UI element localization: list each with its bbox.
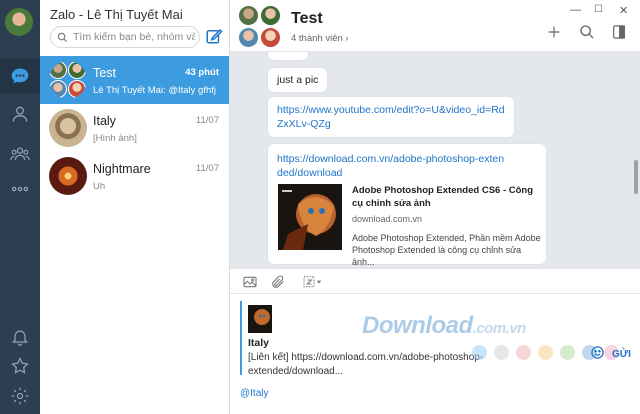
message-bubble-partial	[268, 52, 308, 60]
group-avatar	[49, 61, 87, 99]
download-watermark: Download.com.vn	[362, 312, 526, 340]
composer-toolbar	[230, 268, 640, 294]
avatar	[49, 157, 87, 195]
conversation-snippet: [Hình ảnh]	[93, 133, 137, 144]
message-bubble: https://www.youtube.com/edit?o=U&video_i…	[268, 97, 514, 137]
conversation-snippet: Uh	[93, 181, 106, 192]
close-button[interactable]: ✕	[619, 4, 628, 17]
emoji-dot	[560, 345, 575, 360]
message-link[interactable]: https://www.youtube.com/edit?o=U&video_i…	[277, 104, 505, 130]
conversation-name: Test	[93, 66, 116, 80]
screenshot-button[interactable]	[298, 273, 326, 291]
watermark-suffix: .com.vn	[472, 320, 527, 337]
chat-panel: Test 4 thành viên › — ☐ ✕ just a pic htt…	[230, 0, 640, 414]
star-icon[interactable]	[8, 354, 32, 378]
avatar	[49, 109, 87, 147]
conversation-item-italy[interactable]: Italy 11/07 [Hình ảnh]	[40, 104, 229, 152]
send-button[interactable]: GỬI	[612, 349, 631, 360]
chat-header: Test 4 thành viên › — ☐ ✕	[230, 0, 640, 52]
conversation-name: Italy	[93, 114, 116, 128]
conversation-snippet: Lê Thị Tuyết Mai: @Italy gfhfj	[93, 85, 216, 96]
preview-domain: download.com.vn	[352, 214, 423, 224]
message-input[interactable]: @Italy	[240, 388, 269, 399]
preview-link[interactable]: https://download.com.vn/adobe-photoshop-…	[277, 152, 507, 180]
app-title: Zalo - Lê Thị Tuyết Mai	[50, 7, 183, 22]
attach-file-button[interactable]	[268, 273, 288, 291]
image-icon	[243, 276, 257, 288]
conversation-time: 43 phút	[185, 67, 219, 78]
search-icon	[580, 25, 594, 39]
bell-icon[interactable]	[8, 325, 32, 349]
group-icon[interactable]	[8, 142, 32, 166]
chat-title: Test	[291, 10, 323, 27]
contact-icon[interactable]	[8, 102, 32, 126]
chevron-right-icon: ›	[345, 33, 349, 44]
emoji-button[interactable]	[590, 345, 605, 360]
emoji-dot	[472, 345, 487, 360]
message-text: just a pic	[277, 74, 319, 86]
toggle-panel-button[interactable]	[609, 22, 629, 42]
chat-search-button[interactable]	[577, 22, 597, 42]
user-avatar[interactable]	[5, 8, 33, 36]
member-count-text: 4 thành viên	[291, 33, 343, 44]
search-input[interactable]	[73, 31, 195, 43]
message-list[interactable]: just a pic https://www.youtube.com/edit?…	[230, 52, 640, 268]
minimize-button[interactable]: —	[570, 4, 581, 16]
conversation-item-nightmare[interactable]: Nightmare 11/07 Uh	[40, 152, 229, 200]
message-bubble: just a pic	[268, 68, 328, 92]
conversation-time: 11/07	[195, 163, 219, 174]
search-box[interactable]	[50, 26, 200, 48]
chat-icon[interactable]	[8, 64, 32, 88]
emoji-dot	[516, 345, 531, 360]
compose-button[interactable]	[205, 27, 225, 47]
maximize-button[interactable]: ☐	[594, 4, 603, 15]
nav-rail	[0, 0, 40, 414]
message-scrollbar[interactable]	[634, 160, 638, 194]
add-member-button[interactable]	[544, 22, 564, 42]
conversation-list-panel: Zalo - Lê Thị Tuyết Mai Test 43 phút Lê …	[40, 0, 230, 414]
attach-icon	[272, 275, 284, 288]
member-count[interactable]: 4 thành viên ›	[291, 33, 349, 44]
preview-thumbnail	[278, 184, 342, 250]
search-icon	[57, 32, 68, 42]
preview-title: Adobe Photoshop Extended CS6 - Công cụ c…	[352, 185, 534, 209]
compose-icon	[206, 28, 223, 44]
panel-icon	[613, 25, 625, 39]
send-image-button[interactable]	[240, 273, 260, 291]
preview-description: Adobe Photoshop Extended, Phần mềm Adobe…	[352, 233, 541, 267]
add-icon	[548, 26, 560, 38]
smiley-icon	[591, 346, 604, 359]
watermark-main: Download	[362, 312, 473, 339]
reply-text: [Liên kết] https://download.com.vn/adobe…	[248, 352, 484, 377]
group-avatar[interactable]	[238, 5, 282, 49]
conversation-item-test[interactable]: Test 43 phút Lê Thị Tuyết Mai: @Italy gf…	[40, 56, 229, 104]
screenshot-icon	[303, 276, 322, 288]
conversation-name: Nightmare	[93, 162, 151, 176]
settings-icon[interactable]	[8, 384, 32, 408]
reply-thumbnail	[248, 305, 272, 333]
link-preview-card[interactable]: https://download.com.vn/adobe-photoshop-…	[268, 144, 546, 267]
emoji-dot	[494, 345, 509, 360]
more-icon[interactable]	[8, 177, 32, 201]
reply-sender: Italy	[248, 337, 270, 349]
conversation-time: 11/07	[195, 115, 219, 126]
emoji-dot	[538, 345, 553, 360]
